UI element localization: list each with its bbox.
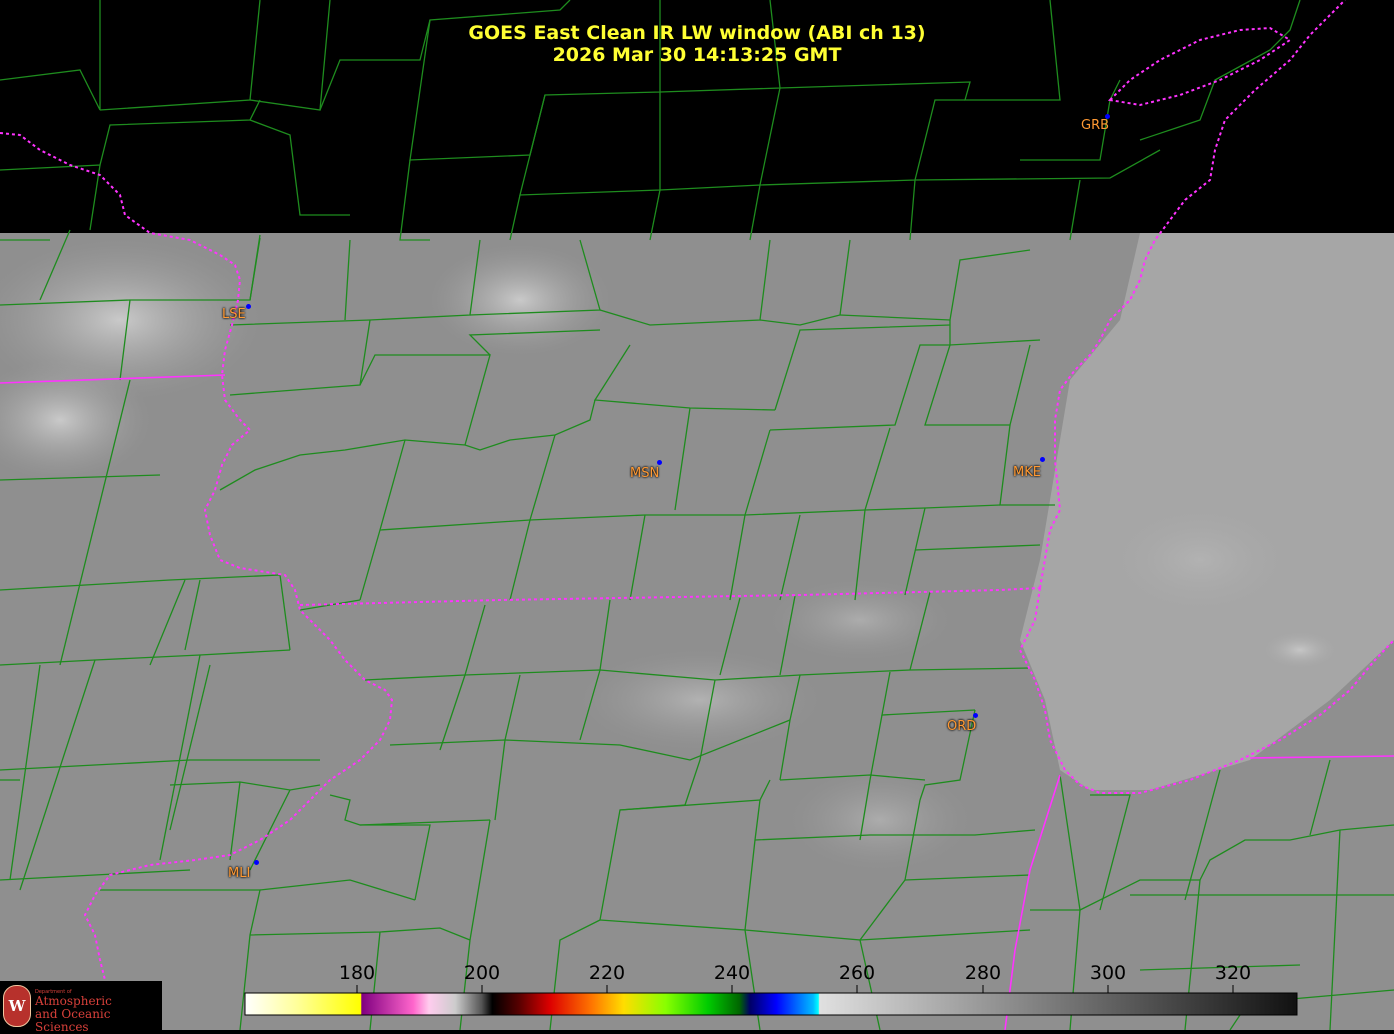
city-label-mli: MLI [228,866,251,881]
city-marker-mke [1040,457,1045,462]
colorbar-tick-label: 220 [588,962,626,984]
city-label-mke: MKE [1013,465,1041,480]
city-label-lse: LSE [222,307,246,322]
city-label-msn: MSN [630,466,660,481]
colorbar-tick-label: 320 [1214,962,1252,984]
image-timestamp: 2026 Mar 30 14:13:25 GMT [552,44,842,66]
uw-seal-icon: W [3,985,31,1027]
logo-line2: and Oceanic Sciences [35,1007,111,1034]
city-label-grb: GRB [1081,118,1110,133]
city-marker-ord [973,713,978,718]
city-marker-msn [657,460,662,465]
satellite-map [0,0,1394,1030]
city-marker-lse [246,304,251,309]
colorbar-tick-label: 240 [713,962,751,984]
city-marker-mli [254,860,259,865]
colorbar-tick-label: 280 [964,962,1002,984]
colorbar [244,992,1298,1016]
colorbar-tick-label: 260 [838,962,876,984]
colorbar-tick-label: 200 [463,962,501,984]
colorbar-tick-label: 180 [338,962,376,984]
aos-logo: W Department of Atmospheric and Oceanic … [0,981,162,1034]
city-label-ord: ORD [947,719,977,734]
colorbar-tick-label: 300 [1089,962,1127,984]
image-title: GOES East Clean IR LW window (ABI ch 13) [468,22,926,44]
